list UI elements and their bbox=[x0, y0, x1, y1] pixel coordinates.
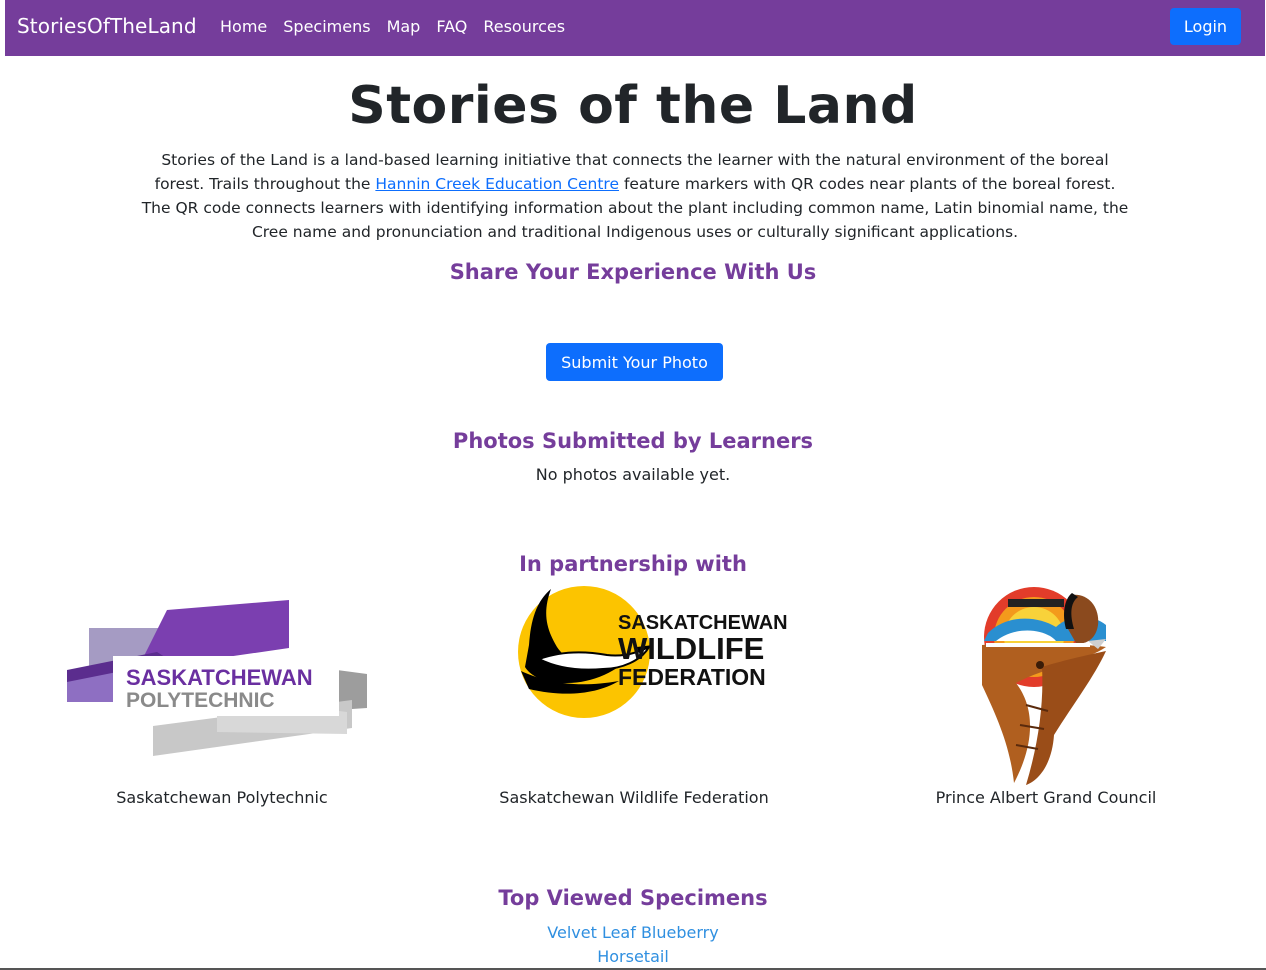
partner-name: Saskatchewan Polytechnic bbox=[116, 788, 328, 807]
specimen-link-horsetail[interactable]: Horsetail bbox=[0, 947, 1266, 966]
specimen-link-velvet-leaf-blueberry[interactable]: Velvet Leaf Blueberry bbox=[0, 923, 1266, 942]
brand-link[interactable]: StoriesOfTheLand bbox=[17, 14, 197, 38]
prince-albert-grand-council-logo bbox=[836, 585, 1256, 785]
nav-resources-link[interactable]: Resources bbox=[483, 17, 565, 36]
sask-polytechnic-logo: SASKATCHEWAN POLYTECHNIC bbox=[12, 585, 432, 785]
partners-heading: In partnership with bbox=[519, 552, 747, 576]
partner-sask-polytechnic: SASKATCHEWAN POLYTECHNIC Saskatchewan Po… bbox=[12, 585, 432, 807]
partner-name: Saskatchewan Wildlife Federation bbox=[499, 788, 769, 807]
polytechnic-logo-text-2: POLYTECHNIC bbox=[126, 689, 275, 712]
partner-name: Prince Albert Grand Council bbox=[935, 788, 1157, 807]
page-title: Stories of the Land bbox=[348, 76, 918, 136]
login-button[interactable]: Login bbox=[1170, 8, 1241, 45]
submit-photo-button[interactable]: Submit Your Photo bbox=[546, 343, 723, 381]
hannin-creek-link[interactable]: Hannin Creek Education Centre bbox=[375, 175, 619, 193]
nav-specimens-link[interactable]: Specimens bbox=[283, 17, 370, 36]
top-navbar: StoriesOfTheLand Home Specimens Map FAQ … bbox=[5, 0, 1265, 56]
top-specimens-heading: Top Viewed Specimens bbox=[498, 886, 768, 910]
partner-sask-wildlife-federation: SASKATCHEWAN WILDLIFE FEDERATION Saskatc… bbox=[424, 585, 844, 807]
photos-heading: Photos Submitted by Learners bbox=[452, 429, 814, 453]
nav-links: Home Specimens Map FAQ Resources bbox=[220, 17, 565, 36]
wildlife-logo-text-3: FEDERATION bbox=[618, 664, 766, 690]
partner-prince-albert-grand-council: Prince Albert Grand Council bbox=[836, 585, 1256, 807]
share-heading: Share Your Experience With Us bbox=[449, 260, 817, 284]
polytechnic-logo-text-1: SASKATCHEWAN bbox=[126, 665, 313, 690]
nav-home-link[interactable]: Home bbox=[220, 17, 267, 36]
intro-paragraph: Stories of the Land is a land-based lear… bbox=[140, 148, 1130, 244]
nav-faq-link[interactable]: FAQ bbox=[436, 17, 467, 36]
no-photos-message: No photos available yet. bbox=[535, 465, 731, 484]
sask-wildlife-logo: SASKATCHEWAN WILDLIFE FEDERATION bbox=[424, 585, 844, 720]
nav-map-link[interactable]: Map bbox=[387, 17, 421, 36]
wildlife-logo-text-2: WILDLIFE bbox=[618, 631, 764, 666]
